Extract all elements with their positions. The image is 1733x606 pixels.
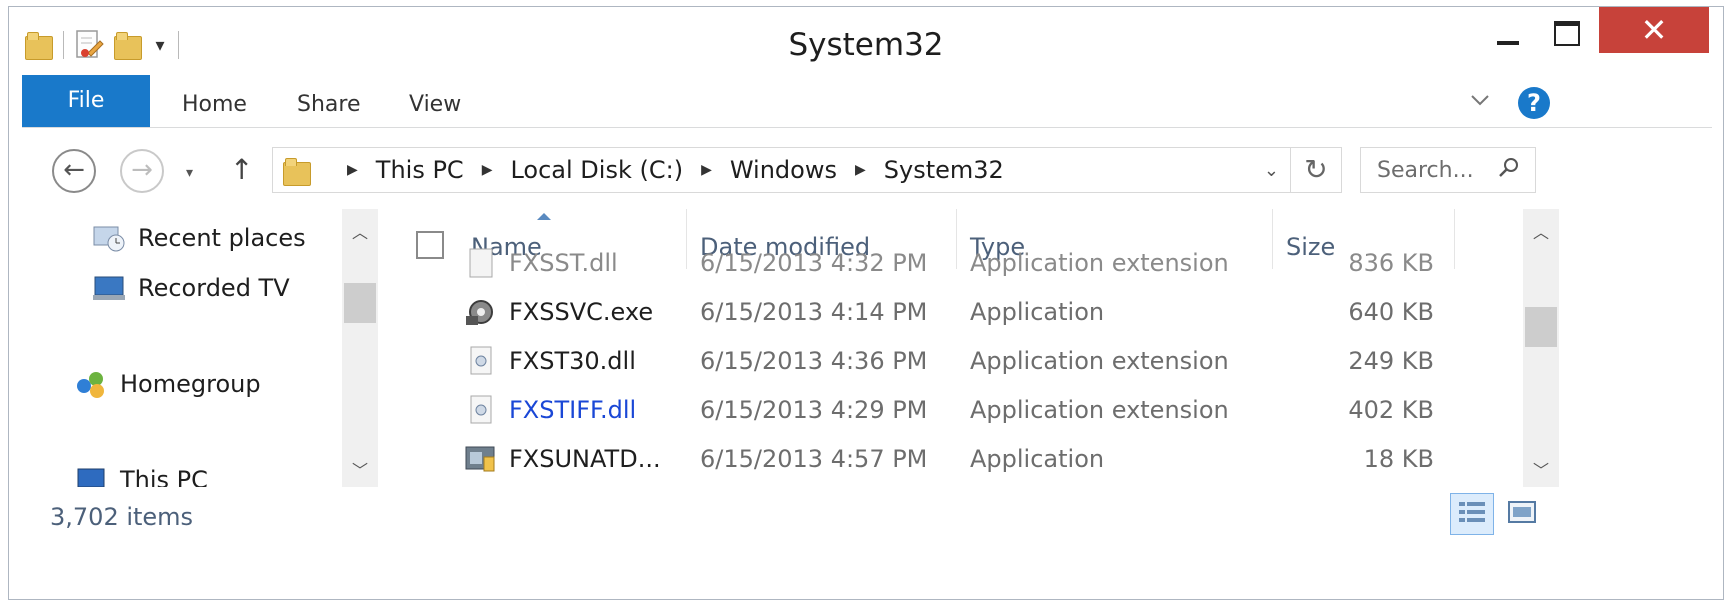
title-bar: ▾ System32 ✕ <box>9 7 1723 81</box>
status-bar: 3,702 items <box>22 487 1712 547</box>
navigation-bar: ← → ▾ ↑ ▶ This PC ▶ Local Disk (C:) ▶ Wi… <box>22 141 1712 201</box>
table-row[interactable]: FXSUNATD... 6/15/2013 4:57 PM Applicatio… <box>394 435 1506 484</box>
file-name: FXSTIFF.dll <box>509 396 637 424</box>
navigation-pane: Recent places Recorded TV Homegroup This… <box>22 209 382 487</box>
dll-icon <box>470 346 492 375</box>
nav-item-homegroup[interactable]: Homegroup <box>74 369 261 399</box>
breadcrumb: ▶ This PC ▶ Local Disk (C:) ▶ Windows ▶ … <box>329 148 1004 192</box>
file-list: Name Date modified Type Size FXSST.dll 6… <box>394 209 1506 487</box>
file-type: Application extension <box>970 347 1229 375</box>
navigation-pane-scrollbar[interactable]: ︿ ﹀ <box>342 209 378 487</box>
nav-item-label: This PC <box>120 466 208 487</box>
details-view-icon <box>1459 502 1485 522</box>
expand-ribbon-icon[interactable] <box>1470 93 1490 107</box>
forward-arrow-icon: → <box>131 155 153 185</box>
exe-icon <box>465 446 495 472</box>
search-box[interactable]: Search... <box>1360 147 1536 193</box>
up-button[interactable]: ↑ <box>230 153 253 186</box>
scrollbar-thumb[interactable] <box>1525 307 1557 347</box>
file-type: Application extension <box>970 396 1229 424</box>
back-arrow-icon: ← <box>63 155 85 185</box>
recorded-tv-icon <box>93 276 125 300</box>
this-pc-icon <box>77 468 105 487</box>
table-row[interactable]: FXSST.dll 6/15/2013 4:32 PM Application … <box>394 239 1506 288</box>
nav-item-label: Homegroup <box>120 370 261 398</box>
window-title: System32 <box>788 27 944 63</box>
nav-item-this-pc[interactable]: This PC <box>74 465 208 487</box>
breadcrumb-windows[interactable]: Windows <box>730 156 837 184</box>
file-type: Application <box>970 445 1105 473</box>
maximize-button[interactable] <box>1539 7 1595 57</box>
homegroup-icon <box>77 372 104 398</box>
tab-home[interactable]: Home <box>182 75 247 127</box>
close-icon: ✕ <box>1640 11 1668 49</box>
file-date: 6/15/2013 4:57 PM <box>700 445 928 473</box>
file-type: Application extension <box>970 249 1229 277</box>
file-name: FXSST.dll <box>509 249 618 277</box>
dll-icon <box>469 248 493 278</box>
nav-item-recorded-tv[interactable]: Recorded TV <box>92 273 290 303</box>
scroll-up-icon[interactable]: ︿ <box>1523 219 1559 243</box>
file-date: 6/15/2013 4:14 PM <box>700 298 928 326</box>
fax-service-icon <box>466 300 493 325</box>
table-row[interactable]: FXSSVC.exe 6/15/2013 4:14 PM Application… <box>394 288 1506 337</box>
dll-icon <box>470 395 492 424</box>
file-type: Application <box>970 298 1105 326</box>
tab-file[interactable]: File <box>22 75 150 127</box>
address-history-dropdown[interactable]: ⌄ <box>1264 160 1279 181</box>
address-bar[interactable]: ▶ This PC ▶ Local Disk (C:) ▶ Windows ▶ … <box>272 147 1342 193</box>
forward-button[interactable]: → <box>120 149 164 193</box>
file-size: 640 KB <box>1348 298 1434 326</box>
scroll-down-icon[interactable]: ﹀ <box>1523 457 1559 481</box>
help-icon[interactable]: ? <box>1518 87 1550 119</box>
close-button[interactable]: ✕ <box>1599 7 1709 53</box>
file-name: FXST30.dll <box>509 347 636 375</box>
breadcrumb-this-pc[interactable]: This PC <box>376 156 464 184</box>
file-date: 6/15/2013 4:29 PM <box>700 396 928 424</box>
file-size: 18 KB <box>1363 445 1434 473</box>
breadcrumb-separator[interactable]: ▶ <box>347 162 358 178</box>
nav-item-recent-places[interactable]: Recent places <box>92 223 306 253</box>
sort-ascending-icon <box>537 213 551 220</box>
scrollbar-thumb[interactable] <box>344 283 376 323</box>
back-button[interactable]: ← <box>52 149 96 193</box>
file-size: 402 KB <box>1348 396 1434 424</box>
nav-item-label: Recent places <box>138 224 306 252</box>
large-icons-view-button[interactable] <box>1506 497 1538 529</box>
nav-item-label: Recorded TV <box>138 274 290 302</box>
breadcrumb-separator[interactable]: ▶ <box>482 162 493 178</box>
scroll-down-icon[interactable]: ﹀ <box>342 457 378 481</box>
refresh-button[interactable]: ↻ <box>1290 148 1341 192</box>
file-date: 6/15/2013 4:32 PM <box>700 249 928 277</box>
file-size: 249 KB <box>1348 347 1434 375</box>
explorer-window: ▾ System32 ✕ File Home Share View ? ← → … <box>8 6 1724 600</box>
breadcrumb-system32[interactable]: System32 <box>884 156 1004 184</box>
file-rows: FXSST.dll 6/15/2013 4:32 PM Application … <box>394 248 1506 484</box>
minimize-button[interactable] <box>1479 7 1535 57</box>
tab-share[interactable]: Share <box>297 75 361 127</box>
breadcrumb-separator[interactable]: ▶ <box>701 162 712 178</box>
ribbon-tabs: File Home Share View ? <box>22 75 1712 128</box>
breadcrumb-local-disk[interactable]: Local Disk (C:) <box>510 156 683 184</box>
file-date: 6/15/2013 4:36 PM <box>700 347 928 375</box>
table-row[interactable]: FXST30.dll 6/15/2013 4:36 PM Application… <box>394 337 1506 386</box>
details-view-button[interactable] <box>1450 493 1494 535</box>
folder-icon <box>283 156 311 186</box>
recent-places-icon <box>93 226 125 252</box>
file-name: FXSUNATD... <box>509 445 661 473</box>
item-count: 3,702 items <box>50 503 194 531</box>
search-input[interactable]: Search... <box>1377 158 1474 183</box>
recent-locations-dropdown[interactable]: ▾ <box>186 165 193 181</box>
tab-view[interactable]: View <box>409 75 461 127</box>
file-size: 836 KB <box>1348 249 1434 277</box>
scroll-up-icon[interactable]: ︿ <box>342 219 378 243</box>
breadcrumb-separator[interactable]: ▶ <box>855 162 866 178</box>
file-list-scrollbar[interactable]: ︿ ﹀ <box>1523 209 1559 487</box>
file-name: FXSSVC.exe <box>509 298 654 326</box>
search-icon[interactable] <box>1497 156 1521 180</box>
table-row[interactable]: FXSTIFF.dll 6/15/2013 4:29 PM Applicatio… <box>394 386 1506 435</box>
